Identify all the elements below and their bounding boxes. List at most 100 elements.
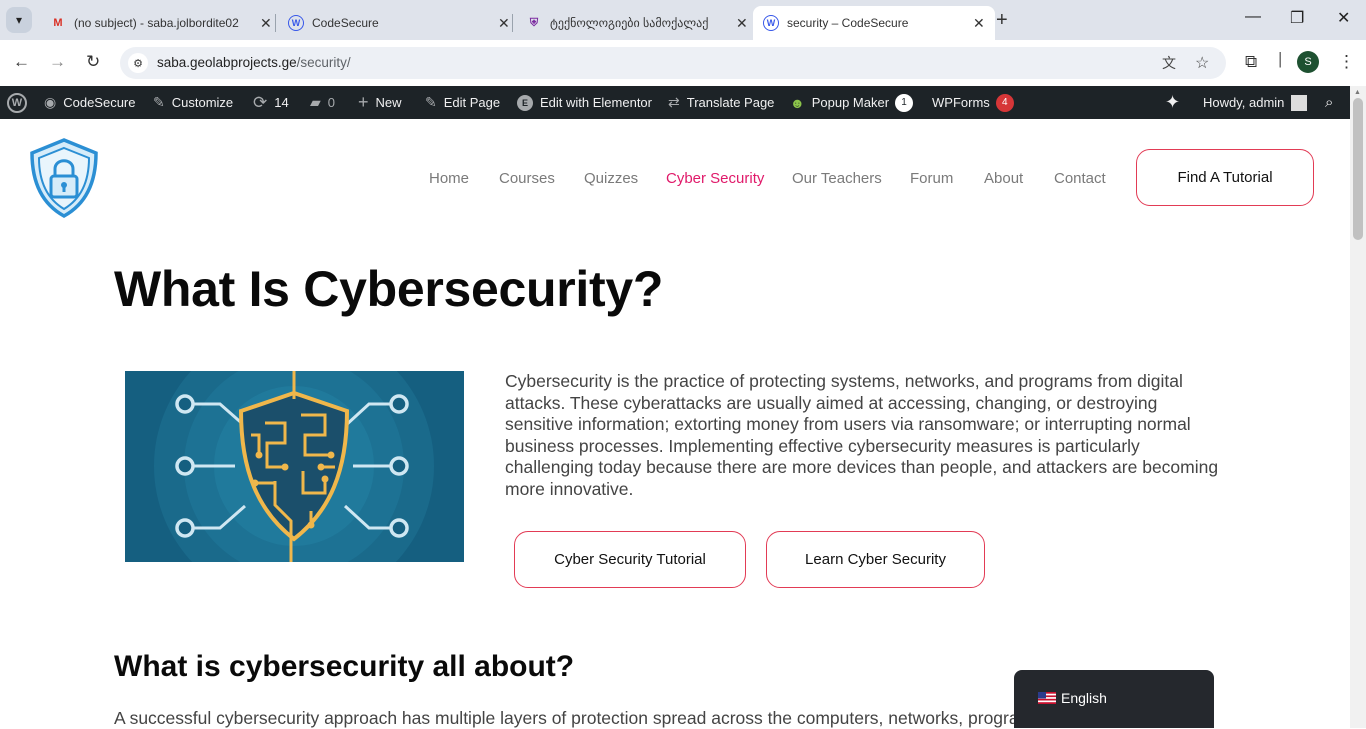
find-a-tutorial-button[interactable]: Find A Tutorial (1136, 149, 1314, 206)
popup-maker-label: Popup Maker (811, 95, 890, 110)
site-logo[interactable] (28, 137, 100, 219)
site-info-icon[interactable]: ⚙ (128, 53, 148, 73)
bookmark-star-icon[interactable]: ☆ (1195, 53, 1209, 73)
reload-icon[interactable]: ↻ (86, 52, 100, 72)
edit-page-label: Edit Page (443, 95, 501, 110)
toolbar-divider: | (1278, 49, 1283, 68)
browser-toolbar: ← → ↻ ⚙ saba.geolabprojects.ge/security/… (0, 40, 1366, 86)
close-tab-icon[interactable]: ✕ (973, 15, 985, 32)
us-flag-icon (1038, 692, 1056, 704)
cyber-security-tutorial-button[interactable]: Cyber Security Tutorial (514, 531, 746, 588)
popup-maker-badge: 1 (895, 93, 914, 112)
cybersecurity-shield-illustration (125, 326, 464, 606)
translate-icon: ⇄ (668, 94, 680, 110)
comment-icon: ▰ (310, 94, 321, 110)
close-tab-icon[interactable]: ✕ (260, 15, 272, 32)
nav-cyber-security[interactable]: Cyber Security (666, 170, 764, 187)
updates-count: 14 (274, 95, 289, 110)
url-host: saba.geolabprojects.ge (157, 55, 297, 70)
translate-page-label: Translate Page (686, 95, 775, 110)
section-heading: What is cybersecurity all about? (114, 650, 575, 683)
tab-search-chevron-icon[interactable]: ▾ (6, 7, 32, 33)
gmail-icon: M (53, 17, 63, 29)
tab-title: CodeSecure (312, 16, 379, 30)
tab-title: ტექნოლოგიები სამოქალაქ (550, 16, 709, 30)
ai-sparkle-icon[interactable]: ✦ (1165, 86, 1180, 119)
admin-customize[interactable]: ✎ Customize (153, 86, 233, 119)
extensions-icon[interactable]: ⧉ (1245, 52, 1257, 72)
tab-separator (512, 14, 513, 32)
nav-courses[interactable]: Courses (499, 170, 555, 187)
new-tab-icon[interactable]: + (996, 9, 1008, 32)
minimize-icon[interactable]: — (1245, 8, 1261, 26)
howdy-label: Howdy, admin (1203, 95, 1285, 110)
admin-site-name[interactable]: ◉ CodeSecure (44, 86, 136, 119)
wordpress-icon: W (763, 15, 779, 31)
admin-updates[interactable]: ⟳ 14 (253, 86, 289, 119)
browser-tab-codesecure[interactable]: W CodeSecure ✕ (278, 6, 520, 40)
admin-comments[interactable]: ▰ 0 (310, 86, 335, 119)
site-name-label: CodeSecure (63, 95, 136, 110)
url-text[interactable]: saba.geolabprojects.ge/security/ (157, 55, 351, 70)
learn-cyber-security-button[interactable]: Learn Cyber Security (766, 531, 985, 588)
url-path: /security/ (296, 55, 351, 70)
tab-separator (275, 14, 276, 32)
tab-title: (no subject) - saba.jolbordite02 (74, 16, 239, 30)
browser-tab-gmail[interactable]: M (no subject) - saba.jolbordite02 ✕ (40, 6, 282, 40)
shield-crest-icon: ⛨ (529, 16, 539, 29)
translate-icon[interactable]: 文 (1162, 53, 1176, 73)
customize-label: Customize (171, 95, 234, 110)
back-icon[interactable]: ← (13, 52, 30, 72)
admin-edit-elementor[interactable]: E Edit with Elementor (517, 86, 652, 119)
forward-icon[interactable]: → (49, 52, 66, 72)
menu-kebab-icon[interactable]: ⋮ (1338, 52, 1355, 72)
close-tab-icon[interactable]: ✕ (736, 15, 748, 32)
scrollbar-thumb[interactable] (1353, 98, 1363, 240)
browser-tab-georgian[interactable]: ⛨ ტექნოლოგიები სამოქალაქ ✕ (516, 6, 758, 40)
address-bar[interactable]: ⚙ saba.geolabprojects.ge/security/ 文 ☆ (120, 47, 1226, 79)
dashboard-icon: ◉ (44, 94, 57, 110)
plus-icon: + (358, 92, 369, 112)
close-tab-icon[interactable]: ✕ (498, 15, 510, 32)
page-scrollbar[interactable]: ▲ (1350, 86, 1366, 728)
elementor-icon: E (517, 94, 533, 111)
admin-wpforms[interactable]: WPForms 4 (932, 86, 1014, 119)
intro-paragraph: Cybersecurity is the practice of protect… (505, 371, 1219, 499)
nav-home[interactable]: Home (429, 170, 469, 187)
brush-icon: ✎ (153, 94, 165, 110)
admin-avatar (1291, 94, 1308, 111)
updates-icon: ⟳ (253, 92, 268, 112)
wordpress-icon: W (288, 15, 304, 31)
admin-translate-page[interactable]: ⇄ Translate Page (668, 86, 774, 119)
admin-edit-page[interactable]: ✎ Edit Page (425, 86, 500, 119)
scroll-up-arrow-icon[interactable]: ▲ (1354, 89, 1361, 96)
nav-forum[interactable]: Forum (910, 170, 953, 187)
comments-count: 0 (327, 95, 336, 110)
nav-contact[interactable]: Contact (1054, 170, 1106, 187)
nav-about[interactable]: About (984, 170, 1023, 187)
language-switcher[interactable]: English (1014, 670, 1214, 728)
admin-popup-maker[interactable]: ☻ Popup Maker 1 (790, 86, 914, 119)
popup-maker-icon: ☻ (790, 94, 805, 111)
profile-avatar[interactable]: S (1297, 51, 1319, 73)
page-title: What Is Cybersecurity? (114, 261, 664, 317)
edit-elementor-label: Edit with Elementor (540, 95, 652, 110)
new-label: New (375, 95, 402, 110)
section-body-text: A successful cybersecurity approach has … (114, 708, 1014, 728)
restore-icon[interactable]: ❐ (1290, 8, 1304, 28)
pencil-icon: ✎ (425, 94, 437, 110)
language-label: English (1061, 690, 1107, 706)
browser-tab-strip: ▾ M (no subject) - saba.jolbordite02 ✕ W… (0, 0, 1366, 40)
nav-our-teachers[interactable]: Our Teachers (792, 170, 882, 187)
browser-tab-security[interactable]: W security – CodeSecure ✕ (753, 6, 995, 40)
window-close-icon[interactable]: ✕ (1337, 8, 1350, 28)
admin-new[interactable]: + New (358, 86, 402, 119)
admin-account[interactable]: Howdy, admin (1203, 86, 1308, 119)
wpforms-badge: 4 (995, 93, 1014, 112)
admin-search-icon[interactable]: ⌕ (1325, 86, 1333, 119)
wp-admin-bar: W ◉ CodeSecure ✎ Customize ⟳ 14 ▰ 0 + Ne… (0, 86, 1366, 119)
tab-title: security – CodeSecure (787, 16, 909, 30)
wordpress-logo-icon[interactable]: W (7, 86, 27, 119)
nav-quizzes[interactable]: Quizzes (584, 170, 638, 187)
wpforms-label: WPForms (932, 95, 990, 110)
